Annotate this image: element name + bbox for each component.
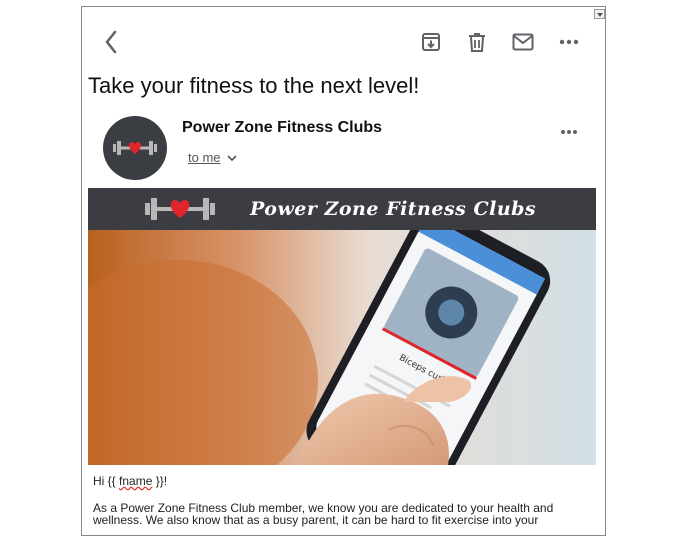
chevron-down-icon [226, 154, 237, 161]
greeting-name-placeholder: fname [119, 474, 153, 488]
archive-icon [422, 33, 440, 51]
chevron-left-icon [105, 30, 117, 54]
greeting-suffix: }}! [152, 474, 168, 488]
email-body-paragraph: As a Power Zone Fitness Club member, we … [93, 501, 554, 527]
more-options-button[interactable] [556, 29, 582, 55]
trash-icon [469, 33, 485, 52]
sender-avatar[interactable] [103, 116, 167, 180]
email-banner: Power Zone Fitness Clubs [88, 188, 596, 230]
dumbbell-heart-logo-icon [145, 198, 215, 220]
dumbbell-heart-logo-icon [113, 141, 157, 155]
email-view: Take your fitness to the next level! Pow… [81, 6, 606, 536]
recipient-details-toggle[interactable]: to me [188, 150, 237, 165]
more-horizontal-icon [559, 39, 579, 45]
sender-name: Power Zone Fitness Clubs [182, 119, 383, 136]
message-more-button[interactable] [556, 121, 582, 143]
delete-button[interactable] [464, 29, 490, 55]
email-toolbar [82, 7, 605, 75]
mail-icon [512, 33, 534, 51]
email-greeting: Hi {{ fname }}! [93, 474, 167, 488]
hero-image: Biceps curl [88, 230, 596, 465]
mark-unread-button[interactable] [510, 29, 536, 55]
greeting-prefix: Hi {{ [93, 474, 120, 488]
hero-illustration: Biceps curl [88, 230, 596, 465]
banner-logo [144, 195, 216, 223]
email-subject: Take your fitness to the next level! [88, 73, 420, 98]
banner-title: Power Zone Fitness Clubs [250, 198, 537, 220]
recipient-label: to me [188, 150, 221, 165]
back-button[interactable] [98, 29, 124, 55]
more-horizontal-icon [561, 130, 577, 134]
archive-button[interactable] [418, 29, 444, 55]
